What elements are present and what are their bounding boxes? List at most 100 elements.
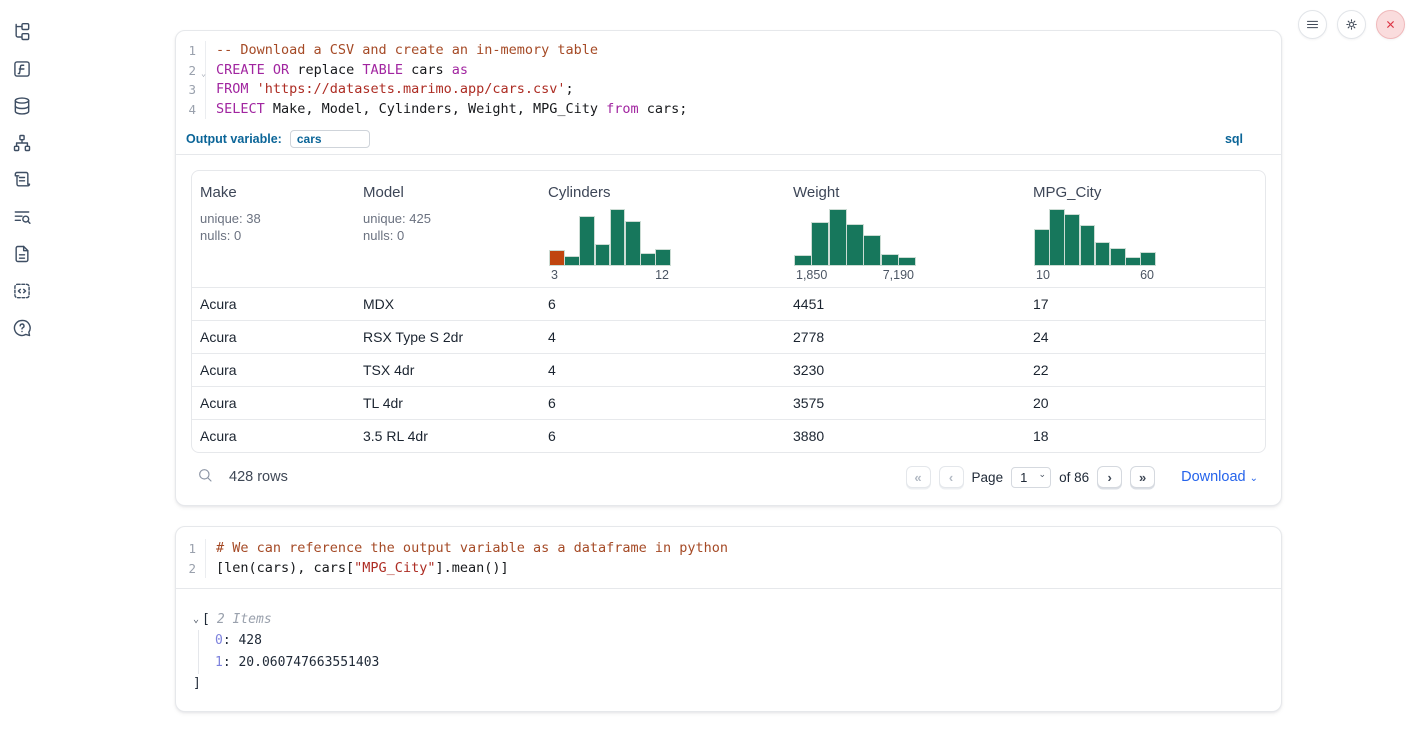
table-row[interactable]: AcuraRSX Type S 2dr4277824 <box>192 320 1265 353</box>
table-cell: 3880 <box>785 428 1025 444</box>
table-cell: 4 <box>540 362 785 378</box>
hist-max-label: 12 <box>655 268 669 282</box>
histogram-bar <box>626 222 640 265</box>
mpg-city-histogram[interactable] <box>1035 210 1155 265</box>
histogram-bar <box>1126 258 1140 265</box>
data-table: Make unique: 38 nulls: 0 Model unique: 4… <box>191 170 1266 453</box>
table-row[interactable]: AcuraTL 4dr6357520 <box>192 386 1265 419</box>
search-icon[interactable] <box>197 467 213 488</box>
code-line[interactable]: 2⌄CREATE OR replace TABLE cars as <box>176 61 1281 81</box>
histogram-bar <box>1035 230 1049 265</box>
histogram-bar <box>847 225 863 265</box>
histogram-bar <box>656 250 670 265</box>
hist-max-label: 60 <box>1140 268 1154 282</box>
dependency-graph-icon[interactable] <box>12 133 32 153</box>
histogram-bar <box>795 256 811 265</box>
table-cell: 22 <box>1025 362 1265 378</box>
sql-cell-output: Make unique: 38 nulls: 0 Model unique: 4… <box>176 155 1281 505</box>
python-cell: 1# We can reference the output variable … <box>175 526 1282 712</box>
table-cell: 18 <box>1025 428 1265 444</box>
last-page-button[interactable]: » <box>1130 466 1155 488</box>
line-number: 3 <box>176 80 206 100</box>
histogram-bar <box>596 245 610 265</box>
column-header-model[interactable]: Model unique: 425 nulls: 0 <box>355 184 540 282</box>
shutdown-button[interactable] <box>1376 10 1405 39</box>
histogram-bar <box>565 257 579 265</box>
column-header-weight[interactable]: Weight 1,850 7,190 <box>785 184 1025 282</box>
collapse-icon[interactable]: ⌄ <box>193 614 199 625</box>
table-cell: 24 <box>1025 329 1265 345</box>
previous-page-button[interactable]: ‹ <box>939 466 964 488</box>
marimo-notebook: 1-- Download a CSV and create an in-memo… <box>0 0 1408 729</box>
table-cell: 2778 <box>785 329 1025 345</box>
menu-button[interactable] <box>1298 10 1327 39</box>
cylinders-histogram[interactable] <box>550 210 670 265</box>
column-header-mpg-city[interactable]: MPG_City 10 60 <box>1025 184 1265 282</box>
table-cell: 20 <box>1025 395 1265 411</box>
sql-code-editor[interactable]: 1-- Download a CSV and create an in-memo… <box>176 31 1281 127</box>
column-unique-stat: unique: 38 <box>200 210 347 227</box>
table-row[interactable]: AcuraMDX6445117 <box>192 287 1265 320</box>
download-button[interactable]: Download ⌄ <box>1181 469 1258 485</box>
python-cell-output: ⌄ [ 2 Items 0: 4281: 20.060747663551403 … <box>176 589 1281 711</box>
table-cell: 3230 <box>785 362 1025 378</box>
table-header: Make unique: 38 nulls: 0 Model unique: 4… <box>192 171 1265 287</box>
logs-icon[interactable] <box>12 207 32 227</box>
scratchpad-icon[interactable] <box>12 170 32 190</box>
histogram-bar <box>611 210 625 265</box>
output-variable-input[interactable] <box>290 130 370 148</box>
settings-button[interactable] <box>1337 10 1366 39</box>
page-select[interactable]: 1 <box>1011 467 1051 488</box>
line-number: 1 <box>176 539 206 559</box>
file-explorer-icon[interactable] <box>12 22 32 42</box>
open-bracket: [ <box>202 612 210 627</box>
table-cell: RSX Type S 2dr <box>355 329 540 345</box>
table-row[interactable]: Acura3.5 RL 4dr6388018 <box>192 419 1265 452</box>
page-total-label: of 86 <box>1059 470 1089 485</box>
row-count: 428 rows <box>229 469 288 485</box>
table-cell: 6 <box>540 428 785 444</box>
close-icon <box>1383 17 1398 32</box>
table-cell: 4451 <box>785 296 1025 312</box>
histogram-bar <box>1065 215 1079 265</box>
first-page-button[interactable]: « <box>906 466 931 488</box>
helper-functions-icon[interactable] <box>12 59 32 79</box>
histogram-bar <box>1096 243 1110 265</box>
histogram-bar <box>812 223 828 265</box>
python-code-editor[interactable]: 1# We can reference the output variable … <box>176 527 1281 588</box>
code-line[interactable]: 1-- Download a CSV and create an in-memo… <box>176 41 1281 61</box>
documentation-icon[interactable] <box>12 244 32 264</box>
histogram-bar <box>641 254 655 265</box>
table-cell: MDX <box>355 296 540 312</box>
table-cell: Acura <box>192 395 355 411</box>
code-line[interactable]: 4SELECT Make, Model, Cylinders, Weight, … <box>176 100 1281 120</box>
hist-max-label: 7,190 <box>883 268 914 282</box>
help-icon[interactable] <box>12 318 32 338</box>
hist-min-label: 10 <box>1036 268 1050 282</box>
weight-histogram[interactable] <box>795 210 915 265</box>
table-cell: 4 <box>540 329 785 345</box>
histogram-bar <box>1141 253 1155 265</box>
sql-cell: 1-- Download a CSV and create an in-memo… <box>175 30 1282 506</box>
column-unique-stat: unique: 425 <box>363 210 532 227</box>
column-nulls-stat: nulls: 0 <box>363 227 532 244</box>
snippets-icon[interactable] <box>12 281 32 301</box>
histogram-bar <box>899 258 915 265</box>
chevron-down-icon: ⌄ <box>1250 473 1258 484</box>
next-page-button[interactable]: › <box>1097 466 1122 488</box>
table-body: AcuraMDX6445117AcuraRSX Type S 2dr427782… <box>192 287 1265 452</box>
code-line[interactable]: 1# We can reference the output variable … <box>176 539 1281 559</box>
table-cell: Acura <box>192 329 355 345</box>
line-number: 4 <box>176 100 206 120</box>
histogram-bar <box>830 210 846 265</box>
code-line[interactable]: 3FROM 'https://datasets.marimo.app/cars.… <box>176 80 1281 100</box>
line-number: 1 <box>176 41 206 61</box>
histogram-bar <box>1081 226 1095 265</box>
histogram-bar <box>882 255 898 265</box>
code-line[interactable]: 2[len(cars), cars["MPG_City"].mean()] <box>176 559 1281 579</box>
column-header-make[interactable]: Make unique: 38 nulls: 0 <box>192 184 355 282</box>
datasources-icon[interactable] <box>12 96 32 116</box>
column-header-cylinders[interactable]: Cylinders 3 12 <box>540 184 785 282</box>
histogram-bar <box>550 251 564 265</box>
table-row[interactable]: AcuraTSX 4dr4323022 <box>192 353 1265 386</box>
